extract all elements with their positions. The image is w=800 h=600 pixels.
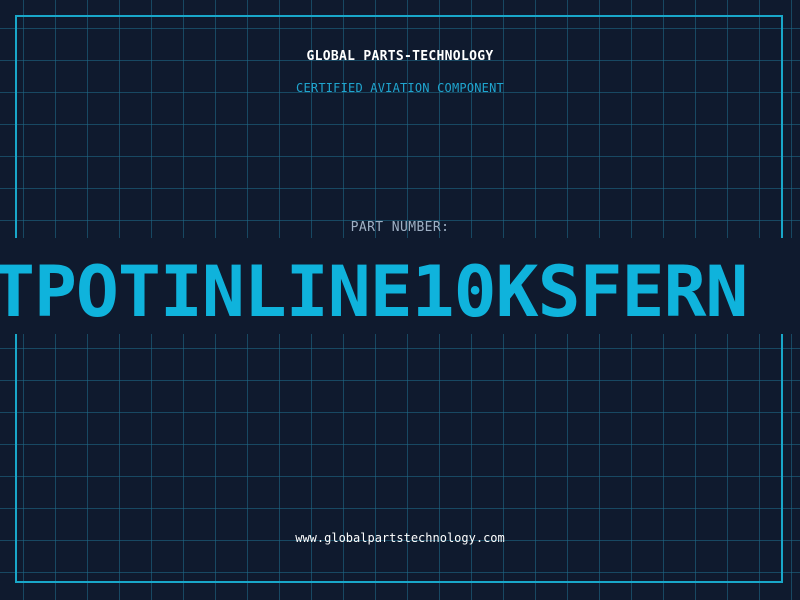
certification-subtitle: CERTIFIED AVIATION COMPONENT [296, 81, 504, 95]
label-canvas: GLOBAL PARTS-TECHNOLOGY CERTIFIED AVIATI… [0, 0, 800, 600]
part-number-label: PART NUMBER: [350, 220, 450, 235]
company-name: GLOBAL PARTS-TECHNOLOGY [306, 49, 494, 64]
part-number-value: TPOTINLINE10KSFERN [0, 251, 748, 333]
website-url: www.globalpartstechnology.com [295, 531, 505, 545]
